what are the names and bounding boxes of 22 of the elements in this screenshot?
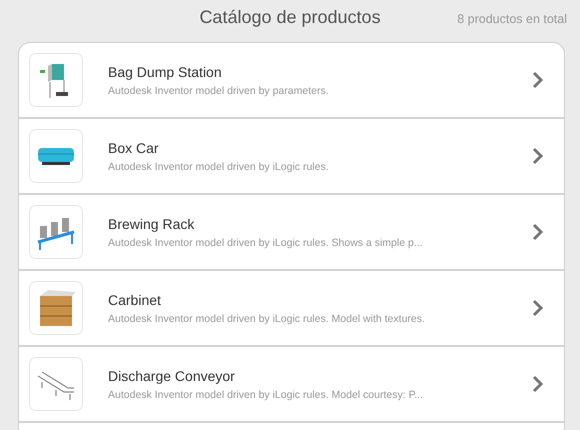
product-description: Autodesk Inventor model driven by iLogic rules. Model courtesy: P... bbox=[108, 388, 424, 400]
product-description: Autodesk Inventor model driven by iLogic rules. Shows a simple p... bbox=[108, 236, 424, 248]
product-name: Brewing Rack bbox=[108, 216, 196, 232]
product-count: 8 productos en total bbox=[457, 12, 567, 26]
product-item[interactable]: Box Car Autodesk Inventor model driven by iLogic rules. bbox=[19, 119, 564, 195]
product-name: Box Car bbox=[108, 140, 160, 156]
product-item[interactable]: Discharge Conveyor Autodesk Inventor model driven by iLogic rules. Model courtesy: P... bbox=[19, 347, 564, 423]
chevron-right-icon bbox=[532, 375, 544, 393]
product-name: Discharge Conveyor bbox=[108, 368, 236, 384]
page-title: Catálogo de productos bbox=[199, 6, 381, 28]
product-description: Autodesk Inventor model driven by parameters. bbox=[108, 84, 330, 96]
chevron-right-icon bbox=[532, 71, 544, 89]
product-name: Carbinet bbox=[108, 292, 162, 308]
chevron-right-icon bbox=[532, 147, 544, 165]
product-description: Autodesk Inventor model driven by iLogic rules. bbox=[108, 160, 330, 172]
product-name: Bag Dump Station bbox=[108, 64, 223, 80]
product-item[interactable]: Bag Dump Station Autodesk Inventor model driven by parameters. bbox=[19, 43, 564, 119]
chevron-right-icon bbox=[532, 299, 544, 317]
chevron-right-icon bbox=[532, 223, 544, 241]
product-item[interactable]: Brewing Rack Autodesk Inventor model driven by iLogic rules. Shows a simple p... bbox=[19, 195, 564, 271]
product-item[interactable]: Carbinet Autodesk Inventor model driven by iLogic rules. Model with textures. bbox=[19, 271, 564, 347]
product-description: Autodesk Inventor model driven by iLogic rules. Model with textures. bbox=[108, 312, 426, 324]
